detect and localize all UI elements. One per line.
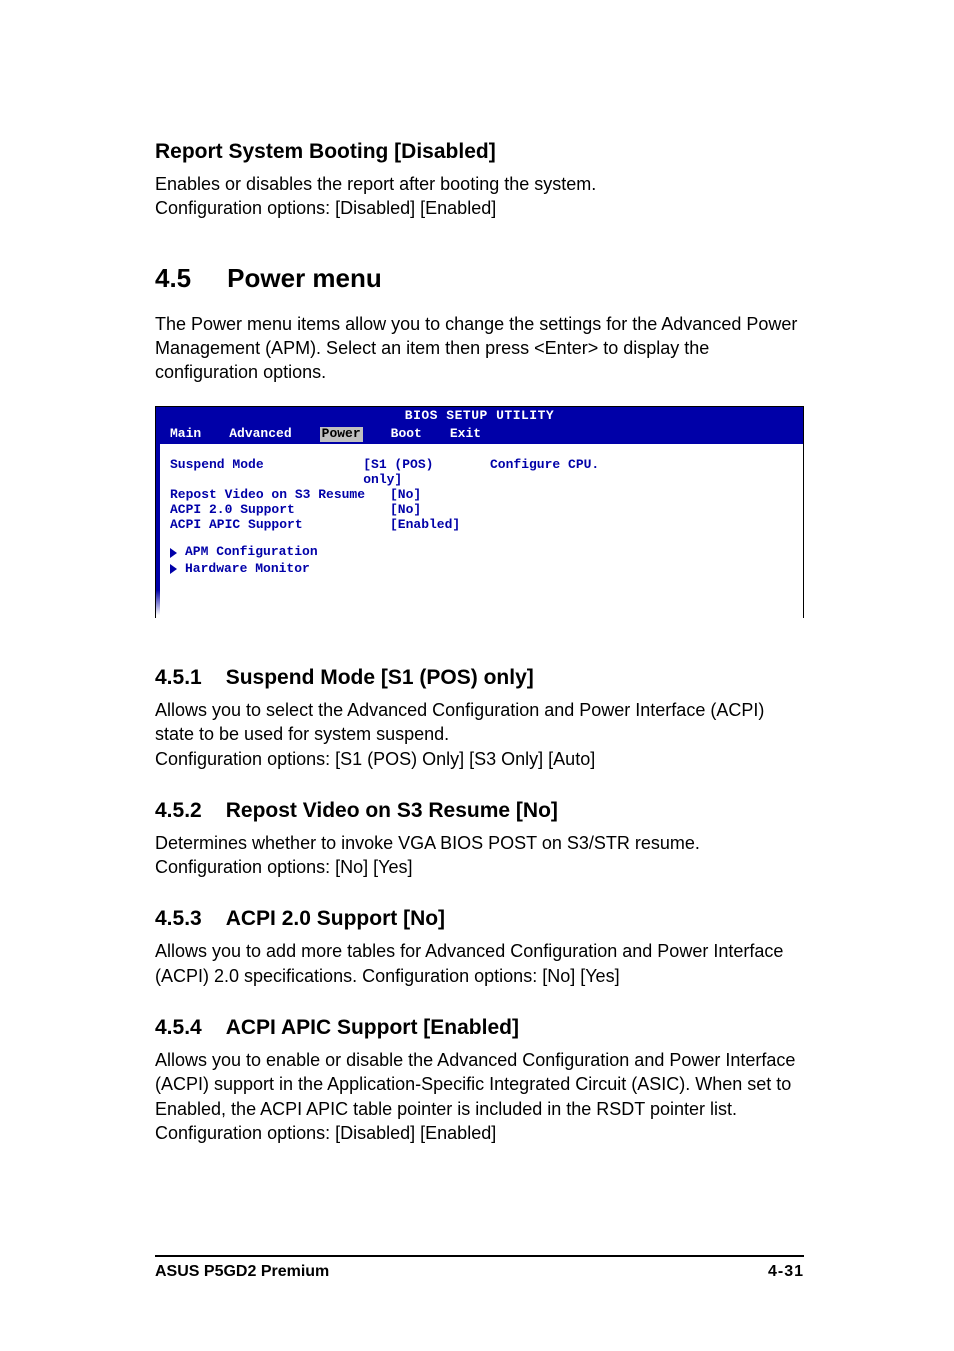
section-heading-4-5: 4.5 Power menu xyxy=(155,263,804,294)
bios-row-label: ACPI APIC Support xyxy=(170,518,390,533)
bios-row-value: [Enabled] xyxy=(390,518,460,533)
bios-left-pane: Suspend Mode[S1 (POS) only] Repost Video… xyxy=(156,444,466,617)
paragraph: Allows you to add more tables for Advanc… xyxy=(155,939,804,988)
bios-submenu: APM Configuration xyxy=(170,545,466,560)
footer-rule xyxy=(155,1255,804,1257)
paragraph: Enables or disables the report after boo… xyxy=(155,172,804,196)
bios-body: Suspend Mode[S1 (POS) only] Repost Video… xyxy=(156,444,803,617)
subsection-number: 4.5.4 xyxy=(155,1016,202,1040)
page-footer: ASUS P5GD2 Premium 4-31 xyxy=(155,1255,804,1281)
bios-submenu: Hardware Monitor xyxy=(170,562,466,577)
paragraph: Allows you to enable or disable the Adva… xyxy=(155,1048,804,1145)
bios-tabs: Main Advanced Power Boot Exit xyxy=(156,425,803,444)
subheading-4-5-4: 4.5.4 ACPI APIC Support [Enabled] xyxy=(155,1016,804,1040)
bios-row-value: [No] xyxy=(390,488,421,503)
paragraph: Allows you to select the Advanced Config… xyxy=(155,698,804,747)
footer-product: ASUS P5GD2 Premium xyxy=(155,1263,329,1281)
footer-page-number: 4-31 xyxy=(768,1263,804,1281)
bios-title: BIOS SETUP UTILITY xyxy=(156,407,803,425)
subheading-4-5-2: 4.5.2 Repost Video on S3 Resume [No] xyxy=(155,799,804,823)
bios-row-value: [No] xyxy=(390,503,421,518)
bios-tab-advanced: Advanced xyxy=(229,427,291,442)
paragraph: The Power menu items allow you to change… xyxy=(155,312,804,385)
triangle-icon xyxy=(170,564,177,574)
subsection-title: ACPI APIC Support [Enabled] xyxy=(226,1016,519,1040)
bios-row-label: Suspend Mode xyxy=(170,458,363,488)
bios-tab-main: Main xyxy=(170,427,201,442)
heading-report-system-booting: Report System Booting [Disabled] xyxy=(155,140,804,164)
subheading-4-5-1: 4.5.1 Suspend Mode [S1 (POS) only] xyxy=(155,666,804,690)
bios-tab-power: Power xyxy=(320,427,363,442)
bios-tab-exit: Exit xyxy=(450,427,481,442)
subsection-number: 4.5.1 xyxy=(155,666,202,690)
bios-row-label: ACPI 2.0 Support xyxy=(170,503,390,518)
subsection-number: 4.5.2 xyxy=(155,799,202,823)
page: Report System Booting [Disabled] Enables… xyxy=(0,0,954,1351)
paragraph: Determines whether to invoke VGA BIOS PO… xyxy=(155,831,804,880)
bios-row-value: [S1 (POS) only] xyxy=(363,458,466,488)
bios-screenshot: BIOS SETUP UTILITY Main Advanced Power B… xyxy=(155,406,804,617)
section-number: 4.5 xyxy=(155,263,191,294)
triangle-icon xyxy=(170,548,177,558)
paragraph: Configuration options: [S1 (POS) Only] [… xyxy=(155,747,804,771)
section-title: Power menu xyxy=(227,263,382,294)
bios-submenu-label: Hardware Monitor xyxy=(185,562,310,577)
subheading-4-5-3: 4.5.3 ACPI 2.0 Support [No] xyxy=(155,907,804,931)
subsection-title: ACPI 2.0 Support [No] xyxy=(226,907,445,931)
subsection-number: 4.5.3 xyxy=(155,907,202,931)
bios-help-pane: Configure CPU. xyxy=(466,444,803,617)
bios-row-label: Repost Video on S3 Resume xyxy=(170,488,390,503)
subsection-title: Suspend Mode [S1 (POS) only] xyxy=(226,666,534,690)
bios-submenu-label: APM Configuration xyxy=(185,545,318,560)
bios-tab-boot: Boot xyxy=(391,427,422,442)
paragraph: Configuration options: [Disabled] [Enabl… xyxy=(155,196,804,220)
subsection-title: Repost Video on S3 Resume [No] xyxy=(226,799,558,823)
